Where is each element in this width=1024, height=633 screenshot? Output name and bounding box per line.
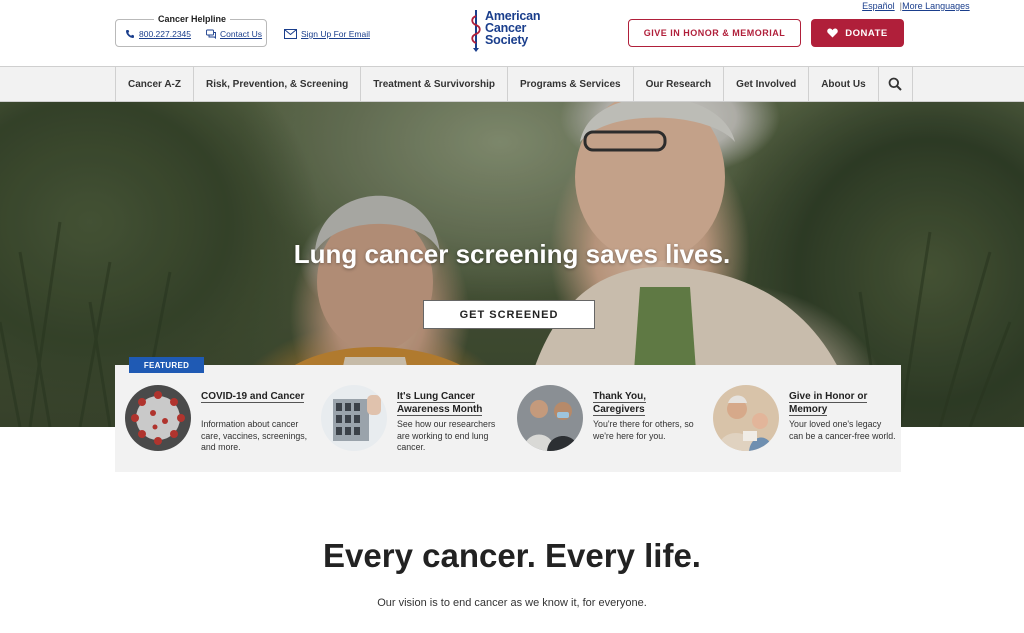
covid-virus-image <box>125 385 191 451</box>
language-links: Español | More Languages <box>862 1 970 11</box>
card-description: Information about cancer care, vaccines,… <box>201 419 308 452</box>
card-title[interactable]: Thank You, Caregivers <box>593 390 698 416</box>
nav-item-research[interactable]: Our Research <box>634 67 725 101</box>
nav-item-about-us[interactable]: About Us <box>809 67 879 101</box>
nav-item-get-involved[interactable]: Get Involved <box>724 67 810 101</box>
featured-card[interactable]: It's Lung Cancer Awareness Month See how… <box>311 365 507 472</box>
more-languages-link[interactable]: More Languages <box>902 1 970 11</box>
give-honor-memorial-button[interactable]: GIVE IN HONOR & MEMORIAL <box>628 19 801 47</box>
helpline-phone-link[interactable]: 800.227.2345 <box>139 29 191 39</box>
card-title[interactable]: It's Lung Cancer Awareness Month <box>397 390 502 416</box>
featured-strip: COVID-19 and Cancer Information about ca… <box>115 365 901 472</box>
nav-item-cancer-a-z[interactable]: Cancer A-Z <box>116 67 194 101</box>
sign-up-email-link[interactable]: Sign Up For Email <box>301 29 370 39</box>
nav-items: Cancer A-Z Risk, Prevention, & Screening… <box>115 67 913 101</box>
logo-wordmark: American Cancer Society <box>485 10 541 47</box>
grandparent-child-image <box>713 385 779 451</box>
acs-logo[interactable]: American Cancer Society <box>470 10 541 52</box>
caregivers-image <box>517 385 583 451</box>
envelope-icon <box>284 29 297 39</box>
featured-card[interactable]: Thank You, Caregivers You're there for o… <box>507 365 703 472</box>
helpline-row: 800.227.2345 Contact Us <box>125 29 262 39</box>
card-description: Your loved one's legacy can be a cancer-… <box>789 419 896 441</box>
nav-item-treatment[interactable]: Treatment & Survivorship <box>361 67 508 101</box>
vision-section: Every cancer. Every life. Our vision is … <box>0 472 1024 633</box>
email-signup: Sign Up For Email <box>284 29 370 39</box>
nav-item-risk-prevention[interactable]: Risk, Prevention, & Screening <box>194 67 362 101</box>
lab-samples-image <box>321 385 387 451</box>
donate-label: DONATE <box>845 27 888 39</box>
chat-icon <box>206 29 216 39</box>
search-button[interactable] <box>879 67 913 101</box>
featured-card[interactable]: Give in Honor or Memory Your loved one's… <box>703 365 899 472</box>
card-description: See how our researchers are working to e… <box>397 419 496 452</box>
helpline-title: Cancer Helpline <box>154 14 231 24</box>
main-nav: Cancer A-Z Risk, Prevention, & Screening… <box>0 66 1024 102</box>
nav-item-programs[interactable]: Programs & Services <box>508 67 634 101</box>
card-title[interactable]: COVID-19 and Cancer <box>201 390 306 403</box>
featured-card[interactable]: COVID-19 and Cancer Information about ca… <box>115 365 311 472</box>
card-description: You're there for others, so we're here f… <box>593 419 694 441</box>
logo-line: Society <box>485 33 529 47</box>
hero-title: Lung cancer screening saves lives. <box>293 239 731 269</box>
card-title[interactable]: Give in Honor or Memory <box>789 390 894 416</box>
vision-title: Every cancer. Every life. <box>323 537 701 574</box>
header: Español | More Languages Cancer Helpline… <box>0 0 1024 66</box>
phone-icon <box>126 30 134 38</box>
featured-tag: FEATURED <box>129 357 204 373</box>
vision-subtitle: Our vision is to end cancer as we know i… <box>377 597 647 609</box>
cancer-helpline-box: Cancer Helpline 800.227.2345 Contact Us <box>115 14 267 47</box>
contact-us-link[interactable]: Contact Us <box>220 29 262 39</box>
get-screened-button[interactable]: GET SCREENED <box>423 300 595 329</box>
sword-logo-icon <box>471 10 481 52</box>
heart-icon <box>827 28 839 38</box>
espanol-link[interactable]: Español <box>862 1 895 11</box>
donate-button[interactable]: DONATE <box>811 19 904 47</box>
search-icon <box>888 77 902 91</box>
